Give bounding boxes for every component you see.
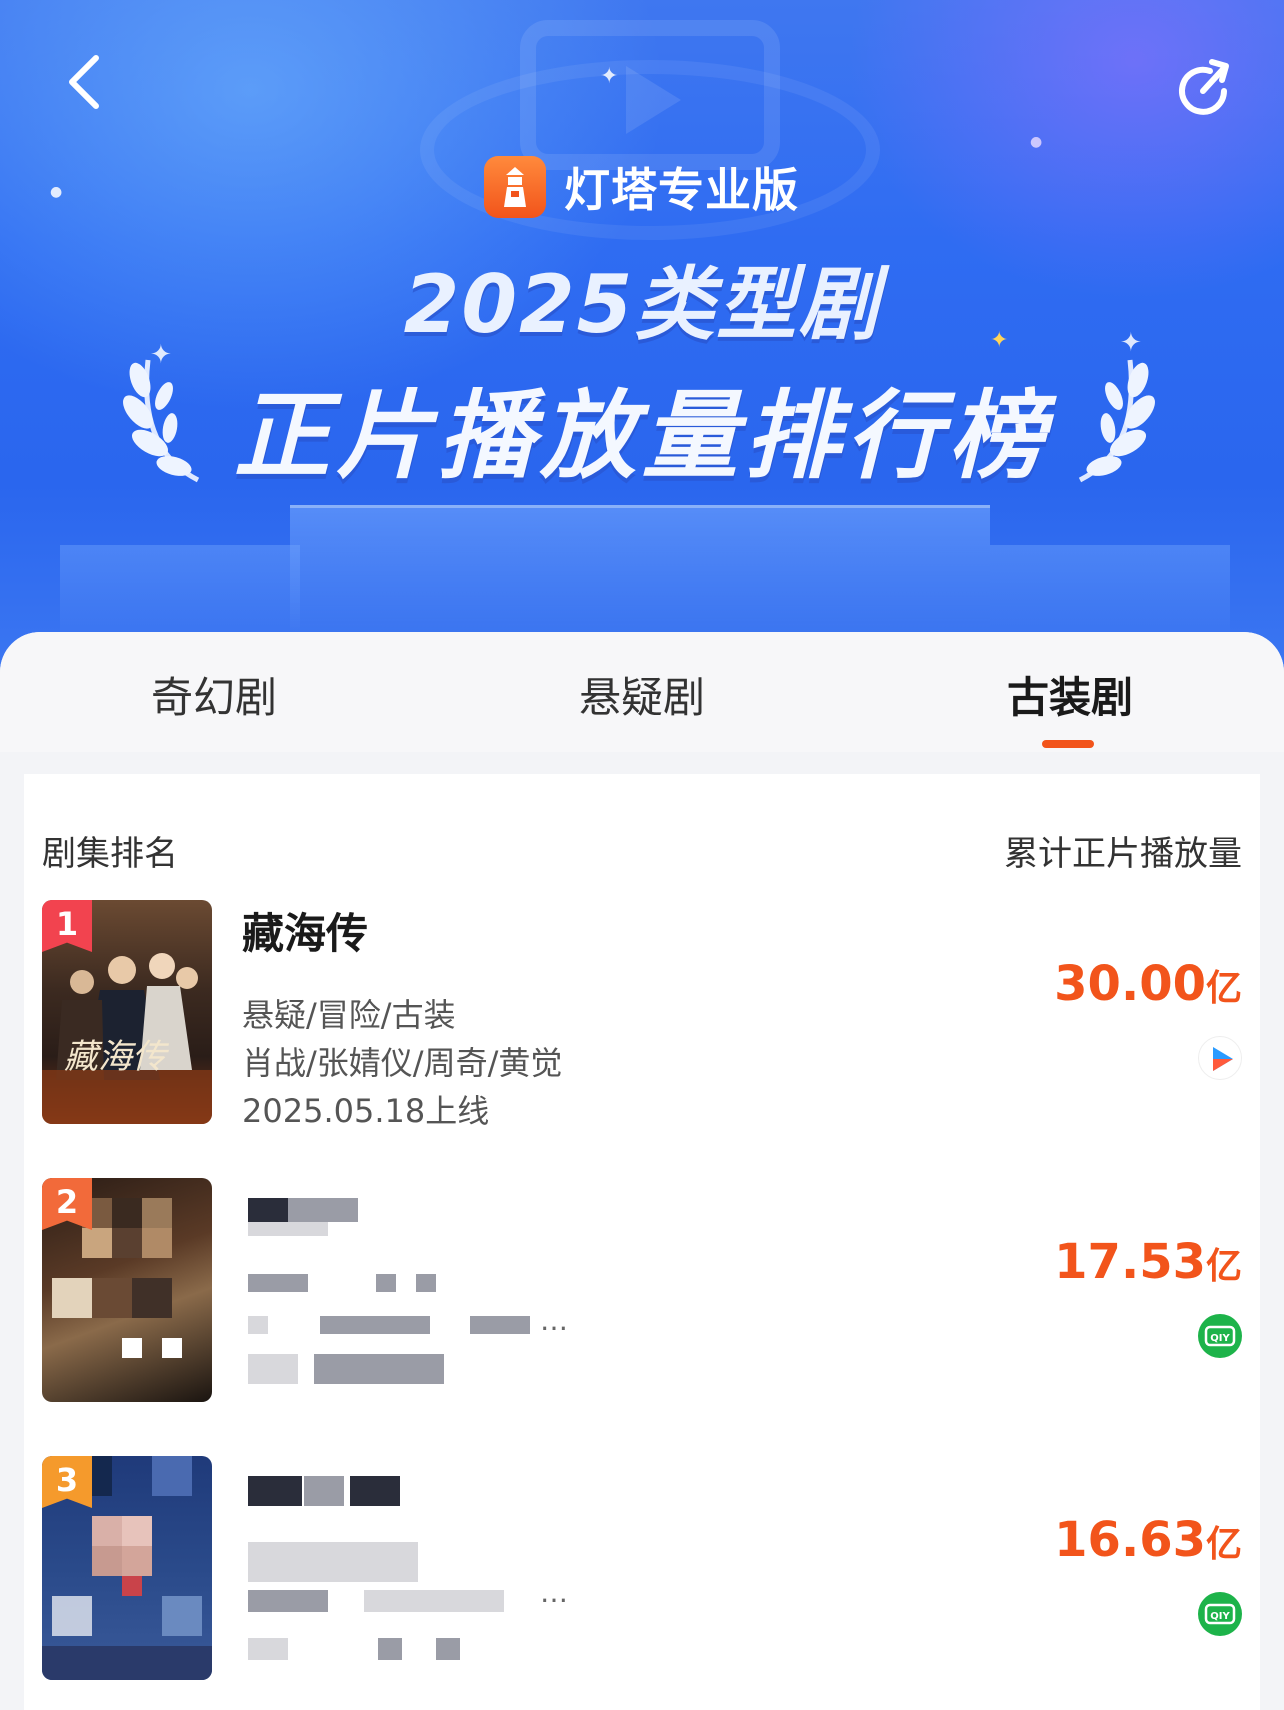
obscured-genres — [416, 1274, 436, 1292]
sparkle-icon: ● — [1030, 134, 1043, 150]
obscured-release — [248, 1638, 288, 1660]
cast-ellipsis: … — [540, 1576, 568, 1609]
svg-text:QIY: QIY — [1210, 1611, 1230, 1622]
show-genres: 悬疑/冒险/古装 — [242, 996, 456, 1034]
view-count: 30.00亿 — [1054, 956, 1242, 1012]
tab-mystery[interactable]: 悬疑剧 — [522, 664, 762, 725]
show-release-date: 2025.05.18上线 — [242, 1092, 490, 1130]
obscured-release — [314, 1354, 444, 1384]
obscured-cast — [364, 1590, 504, 1612]
obscured-title — [350, 1476, 400, 1506]
podium-decoration — [290, 505, 990, 645]
obscured-title — [248, 1222, 328, 1236]
active-tab-indicator — [1042, 740, 1094, 748]
lighthouse-logo-icon — [484, 156, 546, 218]
obscured-title — [248, 1198, 288, 1222]
youku-icon — [1198, 1036, 1242, 1080]
podium-left-decoration — [60, 545, 300, 645]
list-item[interactable]: 3 … 16.63亿 QIY — [24, 1456, 1260, 1686]
back-button[interactable] — [58, 52, 110, 112]
obscured-title — [288, 1198, 358, 1222]
column-header-rank: 剧集排名 — [42, 834, 178, 874]
obscured-cast — [248, 1316, 268, 1334]
tv-decoration-icon — [520, 20, 780, 170]
view-count-value: 16.63 — [1054, 1512, 1206, 1568]
poster-image: 2 — [42, 1178, 212, 1402]
view-count-unit: 亿 — [1205, 968, 1242, 1009]
obscured-release — [378, 1638, 402, 1660]
sparkle-icon: ● — [50, 184, 63, 200]
obscured-title — [248, 1476, 302, 1506]
title-main: 正片播放量排行榜 — [234, 380, 1050, 492]
show-cast: 肖战/张婧仪/周奇/黄觉 — [242, 1044, 563, 1082]
ranking-list: 剧集排名 累计正片播放量 藏海传 1 藏海传 悬疑/冒险/古装 肖战/张婧仪/周… — [24, 774, 1260, 1710]
list-item[interactable]: 2 … 17.53亿 QIY — [24, 1178, 1260, 1408]
chevron-left-icon — [69, 55, 99, 109]
poster-title-text: 藏海传 — [64, 1037, 170, 1077]
view-count: 16.63亿 — [1054, 1512, 1242, 1568]
view-count-value: 30.00 — [1054, 956, 1206, 1012]
obscured-cast — [248, 1590, 328, 1612]
brand-name: 灯塔专业版 — [564, 163, 799, 217]
content-panel: 奇幻剧 悬疑剧 古装剧 剧集排名 累计正片播放量 藏海传 1 藏海传 悬疑/冒险… — [0, 632, 1284, 1710]
view-count: 17.53亿 — [1054, 1234, 1242, 1290]
share-icon — [1179, 59, 1229, 115]
tab-costume[interactable]: 古装剧 — [950, 664, 1190, 725]
share-button[interactable] — [1170, 58, 1236, 124]
view-count-unit: 亿 — [1205, 1246, 1242, 1287]
poster-image: 3 — [42, 1456, 212, 1680]
obscured-genres — [376, 1274, 396, 1292]
genre-tabs: 奇幻剧 悬疑剧 古装剧 — [0, 632, 1284, 752]
title-year: 2025类型剧 — [403, 258, 881, 351]
poster-image: 藏海传 1 — [42, 900, 212, 1124]
obscured-cast — [320, 1316, 430, 1334]
view-count-value: 17.53 — [1054, 1234, 1206, 1290]
obscured-release — [248, 1354, 298, 1384]
iqiyi-icon: QIY — [1198, 1314, 1242, 1358]
sparkle-icon: ✦ — [600, 64, 619, 89]
view-count-unit: 亿 — [1205, 1524, 1242, 1565]
list-item[interactable]: 藏海传 1 藏海传 悬疑/冒险/古装 肖战/张婧仪/周奇/黄觉 2025.05.… — [24, 900, 1260, 1130]
cast-ellipsis: … — [540, 1304, 568, 1337]
tab-fantasy[interactable]: 奇幻剧 — [94, 664, 334, 725]
obscured-release — [436, 1638, 460, 1660]
obscured-genres — [248, 1274, 308, 1292]
svg-text:QIY: QIY — [1210, 1333, 1230, 1344]
iqiyi-icon: QIY — [1198, 1592, 1242, 1636]
brand: 灯塔专业版 — [484, 156, 799, 218]
podium-right-decoration — [990, 545, 1230, 645]
show-title[interactable]: 藏海传 — [242, 900, 368, 961]
obscured-genres — [248, 1542, 418, 1582]
column-header-views: 累计正片播放量 — [1004, 834, 1242, 874]
obscured-cast — [470, 1316, 530, 1334]
obscured-title — [304, 1476, 344, 1506]
